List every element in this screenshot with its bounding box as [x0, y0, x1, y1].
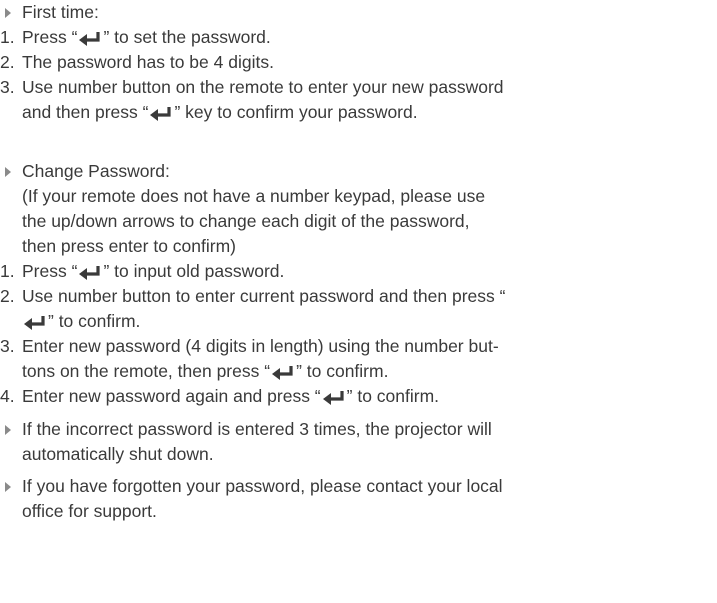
step-3-continuation: tons on the remote, then press “” to con…	[0, 359, 717, 384]
triangle-bullet-icon	[2, 159, 16, 184]
enter-key-icon	[79, 32, 101, 46]
step-text: Press “” to set the password.	[22, 27, 271, 47]
note-text: (If your remote does not have a number k…	[22, 186, 486, 206]
step-number: 2.	[0, 286, 15, 306]
step-text: tons on the remote, then press “” to con…	[22, 361, 389, 381]
step-text: Use number button to enter current passw…	[22, 286, 506, 306]
step-3-continuation: and then press “” key to confirm your pa…	[0, 100, 717, 125]
note-forgotten-password-continuation: office for support.	[0, 499, 717, 524]
note-text: If you have forgotten your password, ple…	[22, 476, 503, 496]
note-text: If the incorrect password is entered 3 t…	[22, 419, 492, 439]
step-2: 2. The password has to be 4 digits.	[0, 50, 717, 75]
step-1: 1. Press “” to set the password.	[0, 25, 717, 50]
step-number: 4.	[0, 386, 15, 406]
section-first-time-heading: First time:	[0, 0, 717, 25]
step-number: 3.	[0, 77, 15, 97]
triangle-bullet-icon	[2, 474, 16, 499]
triangle-bullet-icon	[2, 0, 16, 25]
step-number: 3.	[0, 336, 15, 356]
note-incorrect-password-continuation: automatically shut down.	[0, 442, 717, 467]
note-line: the up/down arrows to change each digit …	[0, 209, 717, 234]
triangle-bullet-icon	[2, 417, 16, 442]
step-4: 4. Enter new password again and press “”…	[0, 384, 717, 409]
step-1: 1. Press “” to input old password.	[0, 259, 717, 284]
step-number: 1.	[0, 27, 15, 47]
step-2-continuation: ” to confirm.	[0, 309, 717, 334]
note-text: office for support.	[22, 501, 157, 521]
step-text: Use number button on the remote to enter…	[22, 77, 504, 97]
step-text: ” to confirm.	[22, 309, 140, 334]
section-heading: First time:	[22, 2, 99, 22]
step-3: 3. Use number button on the remote to en…	[0, 75, 717, 100]
enter-key-icon	[272, 366, 293, 380]
step-text: Enter new password (4 digits in length) …	[22, 336, 499, 356]
enter-key-icon	[322, 391, 344, 405]
section-change-password-heading: Change Password:	[0, 159, 717, 184]
enter-key-icon	[79, 266, 101, 280]
note-incorrect-password: If the incorrect password is entered 3 t…	[0, 417, 717, 442]
step-2: 2. Use number button to enter current pa…	[0, 284, 717, 309]
note-forgotten-password: If you have forgotten your password, ple…	[0, 474, 717, 499]
step-text: and then press “” key to confirm your pa…	[22, 102, 418, 122]
note-text: then press enter to confirm)	[22, 236, 236, 256]
note-line: then press enter to confirm)	[0, 234, 717, 259]
section-heading: Change Password:	[22, 161, 170, 181]
step-text: Enter new password again and press “” to…	[22, 386, 440, 406]
enter-key-icon	[150, 107, 172, 121]
step-number: 2.	[0, 52, 15, 72]
note-line: (If your remote does not have a number k…	[0, 184, 717, 209]
step-text: The password has to be 4 digits.	[22, 52, 274, 72]
step-3: 3. Enter new password (4 digits in lengt…	[0, 334, 717, 359]
password-instructions: First time: 1. Press “” to set the passw…	[0, 0, 717, 524]
note-text: the up/down arrows to change each digit …	[22, 211, 470, 231]
enter-key-icon	[24, 316, 45, 330]
note-text: automatically shut down.	[22, 444, 214, 464]
step-text: Press “” to input old password.	[22, 261, 285, 281]
step-number: 1.	[0, 261, 15, 281]
